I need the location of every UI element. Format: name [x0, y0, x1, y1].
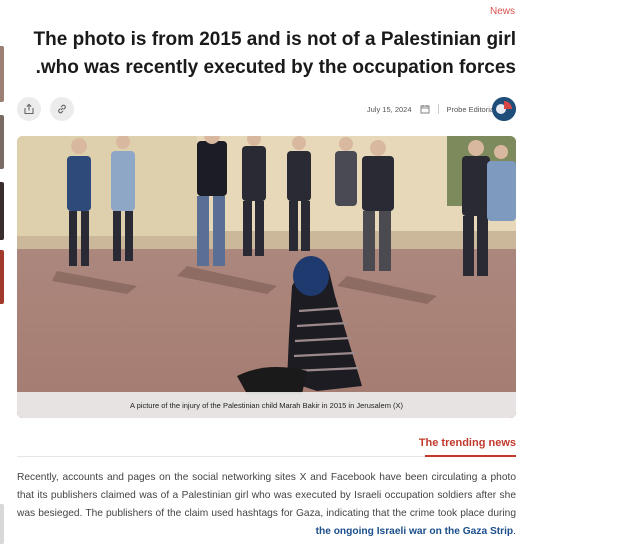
link-icon — [58, 104, 66, 114]
edge-thumbnail — [0, 46, 4, 102]
article-date: July 15, 2024 — [366, 104, 412, 114]
article-title-line-2: .who was recently executed by the occupa… — [35, 57, 516, 78]
article-image: A picture of the injury of the Palestini… — [17, 136, 516, 418]
author-avatar[interactable] — [492, 97, 516, 121]
gaza-war-link[interactable]: the ongoing Israeli war on the Gaza Stri… — [316, 526, 514, 537]
edge-thumbnail — [0, 250, 4, 304]
article-title-line-1: The photo is from 2015 and is not of a P… — [33, 29, 516, 50]
calendar-icon — [420, 105, 429, 114]
article-body-text: Recently, accounts and pages on the soci… — [17, 472, 516, 519]
article-title: The photo is from 2015 and is not of a P… — [20, 26, 516, 82]
trending-tab-underline — [425, 455, 516, 457]
category-label[interactable]: News — [490, 6, 515, 17]
edge-thumbnail — [0, 182, 4, 240]
left-edge-strip — [0, 0, 4, 549]
street-scene-image — [17, 136, 516, 418]
image-caption: A picture of the injury of the Palestini… — [17, 392, 516, 418]
share-button[interactable] — [17, 97, 41, 121]
share-icon — [24, 103, 34, 115]
trending-news-tab[interactable]: The trending news — [419, 437, 516, 449]
meta-separator — [437, 104, 439, 114]
edge-thumbnail — [0, 115, 4, 169]
author-logo-icon — [492, 97, 516, 121]
copy-link-button[interactable] — [50, 97, 74, 121]
article-body: Recently, accounts and pages on the soci… — [17, 469, 516, 541]
edge-thumbnail — [0, 504, 4, 544]
article-body-end: . — [513, 526, 516, 537]
